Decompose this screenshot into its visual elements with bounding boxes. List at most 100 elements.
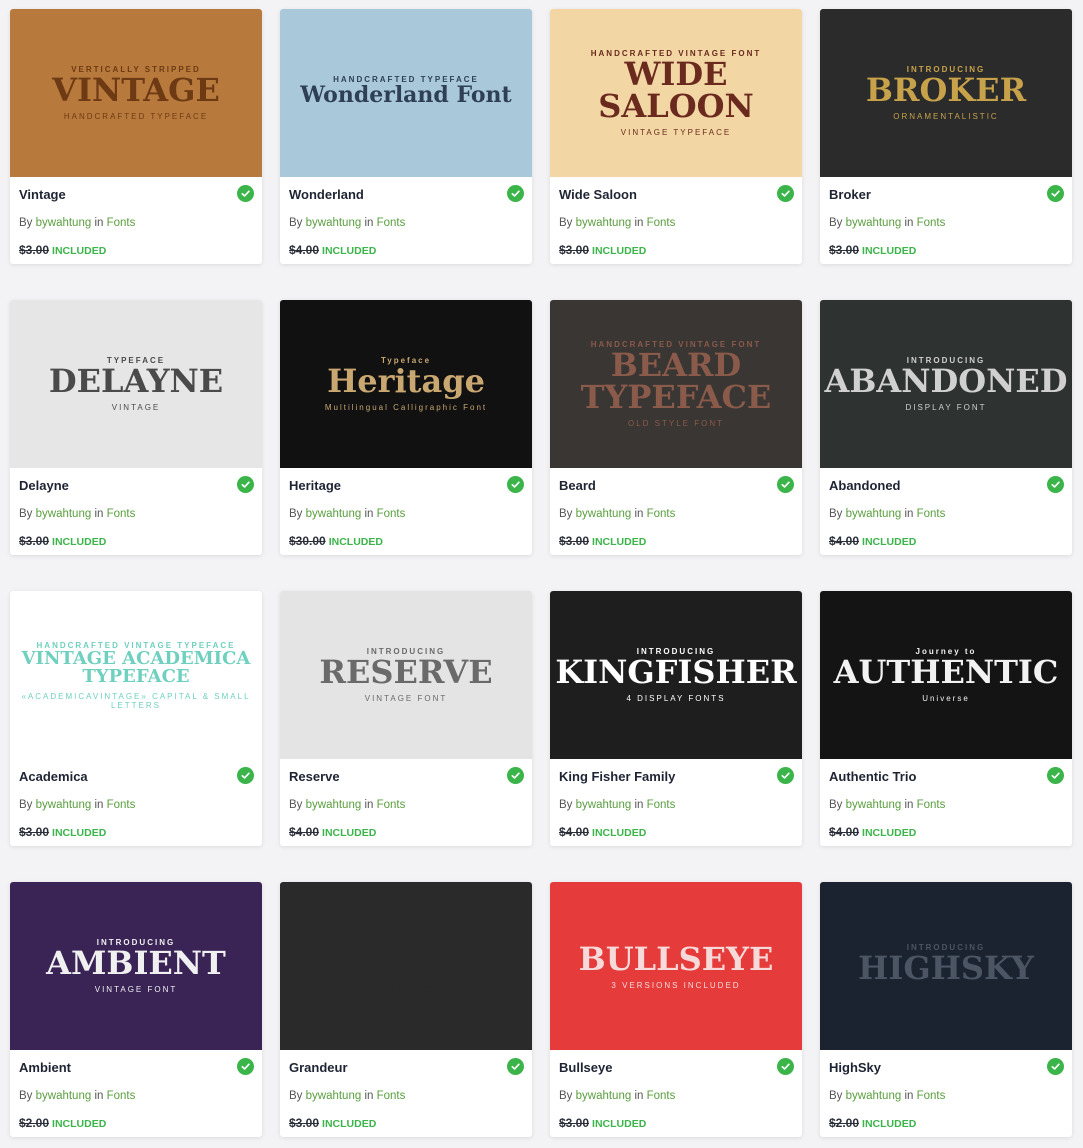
thumbnail-main-text: AMBIENT [46,947,226,979]
product-thumbnail[interactable]: TypefaceHeritageMultilingual Calligraphi… [280,300,532,468]
thumbnail-sub-text: VINTAGE TYPEFACE [621,128,731,137]
product-title[interactable]: Broker [829,187,871,202]
category-link[interactable]: Fonts [917,799,946,811]
product-thumbnail[interactable]: HANDCRAFTED VINTAGE TYPEFACEVINTAGE ACAD… [10,591,262,759]
by-label: By [829,1090,842,1102]
author-link[interactable]: bywahtung [576,799,632,811]
product-card[interactable]: INTRODUCINGHIGHSKY HighSky By bywahtung in… [820,882,1072,1137]
product-thumbnail[interactable]: TYPEFACEDELAYNEVINTAGE [10,300,262,468]
product-thumbnail[interactable]: INTRODUCINGAMBIENTVINTAGE FONT [10,882,262,1050]
price-row: $30.00INCLUDED [289,534,383,548]
product-thumbnail[interactable]: HANDCRAFTED VINTAGE FONTWIDE SALOONVINTA… [550,9,802,177]
category-link[interactable]: Fonts [917,508,946,520]
author-link[interactable]: bywahtung [306,508,362,520]
product-title[interactable]: HighSky [829,1060,881,1075]
check-icon [507,767,524,784]
in-label: in [904,508,913,520]
in-label: in [364,1090,373,1102]
product-title[interactable]: Heritage [289,478,341,493]
product-card[interactable]: INTRODUCINGBROKERORNAMENTALISTICBrokerBy… [820,9,1072,264]
product-thumbnail[interactable]: BULLSEYE3 VERSIONS INCLUDED [550,882,802,1050]
product-card[interactable]: HANDCRAFTED VINTAGE FONTWIDE SALOONVINTA… [550,9,802,264]
author-link[interactable]: bywahtung [846,217,902,229]
category-link[interactable]: Fonts [377,1090,406,1102]
byline: By bywahtung in Fonts [19,1090,135,1102]
product-thumbnail[interactable]: INTRODUCINGGRANDEURVINTAGE FONT [280,882,532,1050]
product-card[interactable]: INTRODUCINGRESERVEVINTAGE FONTReserveBy … [280,591,532,846]
category-link[interactable]: Fonts [107,508,136,520]
author-link[interactable]: bywahtung [306,217,362,229]
product-title[interactable]: Abandoned [829,478,901,493]
product-card[interactable]: TYPEFACEDELAYNEVINTAGEDelayneBy bywahtun… [10,300,262,555]
category-link[interactable]: Fonts [377,799,406,811]
product-title[interactable]: Reserve [289,769,340,784]
product-title[interactable]: Academica [19,769,88,784]
author-link[interactable]: bywahtung [36,799,92,811]
product-title[interactable]: Authentic Trio [829,769,916,784]
product-card[interactable]: BULLSEYE3 VERSIONS INCLUDEDBullseyeBy by… [550,882,802,1137]
original-price: $3.00 [559,1116,589,1130]
by-label: By [559,217,572,229]
category-link[interactable]: Fonts [647,217,676,229]
product-card[interactable]: INTRODUCINGABANDONEDDISPLAY FONT Abandone… [820,300,1072,555]
in-label: in [904,1090,913,1102]
category-link[interactable]: Fonts [107,217,136,229]
author-link[interactable]: bywahtung [36,1090,92,1102]
category-link[interactable]: Fonts [917,217,946,229]
product-card[interactable]: HANDCRAFTED VINTAGE FONTBEARD TYPEFACEOL… [550,300,802,555]
author-link[interactable]: bywahtung [846,799,902,811]
price-row: $4.00INCLUDED [829,825,916,839]
author-link[interactable]: bywahtung [576,1090,632,1102]
category-link[interactable]: Fonts [107,799,136,811]
product-card[interactable]: Journey toAUTHENTICUniverse Authentic Tri… [820,591,1072,846]
author-link[interactable]: bywahtung [846,1090,902,1102]
product-card[interactable]: VERTICALLY STRIPPEDVINTAGEHANDCRAFTED TY… [10,9,262,264]
thumbnail-main-text: Wonderland Font [300,84,511,106]
author-link[interactable]: bywahtung [576,508,632,520]
byline: By bywahtung in Fonts [559,799,675,811]
product-title[interactable]: Bullseye [559,1060,612,1075]
product-thumbnail[interactable]: INTRODUCINGRESERVEVINTAGE FONT [280,591,532,759]
product-title[interactable]: Vintage [19,187,66,202]
price-row: $3.00INCLUDED [559,243,646,257]
product-thumbnail[interactable]: INTRODUCINGHIGHSKY [820,882,1072,1050]
product-thumbnail[interactable]: INTRODUCINGABANDONEDDISPLAY FONT [820,300,1072,468]
product-title[interactable]: Grandeur [289,1060,348,1075]
product-thumbnail[interactable]: HANDCRAFTED VINTAGE FONTBEARD TYPEFACEOL… [550,300,802,468]
product-title[interactable]: Delayne [19,478,69,493]
product-title[interactable]: Wide Saloon [559,187,637,202]
product-card[interactable]: INTRODUCINGGRANDEURVINTAGE FONTGrandeurB… [280,882,532,1137]
author-link[interactable]: bywahtung [576,217,632,229]
product-title[interactable]: Ambient [19,1060,71,1075]
product-card[interactable]: HANDCRAFTED VINTAGE TYPEFACEVINTAGE ACAD… [10,591,262,846]
product-thumbnail[interactable]: Journey toAUTHENTICUniverse [820,591,1072,759]
author-link[interactable]: bywahtung [36,217,92,229]
check-icon [237,476,254,493]
product-card[interactable]: TypefaceHeritageMultilingual Calligraphi… [280,300,532,555]
author-link[interactable]: bywahtung [846,508,902,520]
check-icon [507,185,524,202]
product-thumbnail[interactable]: VERTICALLY STRIPPEDVINTAGEHANDCRAFTED TY… [10,9,262,177]
author-link[interactable]: bywahtung [36,508,92,520]
product-card[interactable]: INTRODUCINGAMBIENTVINTAGE FONT Ambient By … [10,882,262,1137]
category-link[interactable]: Fonts [647,799,676,811]
product-title[interactable]: King Fisher Family [559,769,675,784]
byline: By bywahtung in Fonts [289,508,405,520]
category-link[interactable]: Fonts [377,508,406,520]
author-link[interactable]: bywahtung [306,1090,362,1102]
product-title[interactable]: Beard [559,478,596,493]
price-row: $2.00INCLUDED [829,1116,916,1130]
product-thumbnail[interactable]: INTRODUCINGKINGFISHER4 DISPLAY FONTS [550,591,802,759]
check-icon [1047,1058,1064,1075]
product-title[interactable]: Wonderland [289,187,364,202]
product-thumbnail[interactable]: INTRODUCINGBROKERORNAMENTALISTIC [820,9,1072,177]
product-thumbnail[interactable]: HANDCRAFTED TYPEFACEWonderland Font [280,9,532,177]
category-link[interactable]: Fonts [647,508,676,520]
category-link[interactable]: Fonts [107,1090,136,1102]
category-link[interactable]: Fonts [917,1090,946,1102]
category-link[interactable]: Fonts [377,217,406,229]
product-card[interactable]: INTRODUCINGKINGFISHER4 DISPLAY FONTS King… [550,591,802,846]
category-link[interactable]: Fonts [647,1090,676,1102]
product-card[interactable]: HANDCRAFTED TYPEFACEWonderland FontWonde… [280,9,532,264]
author-link[interactable]: bywahtung [306,799,362,811]
